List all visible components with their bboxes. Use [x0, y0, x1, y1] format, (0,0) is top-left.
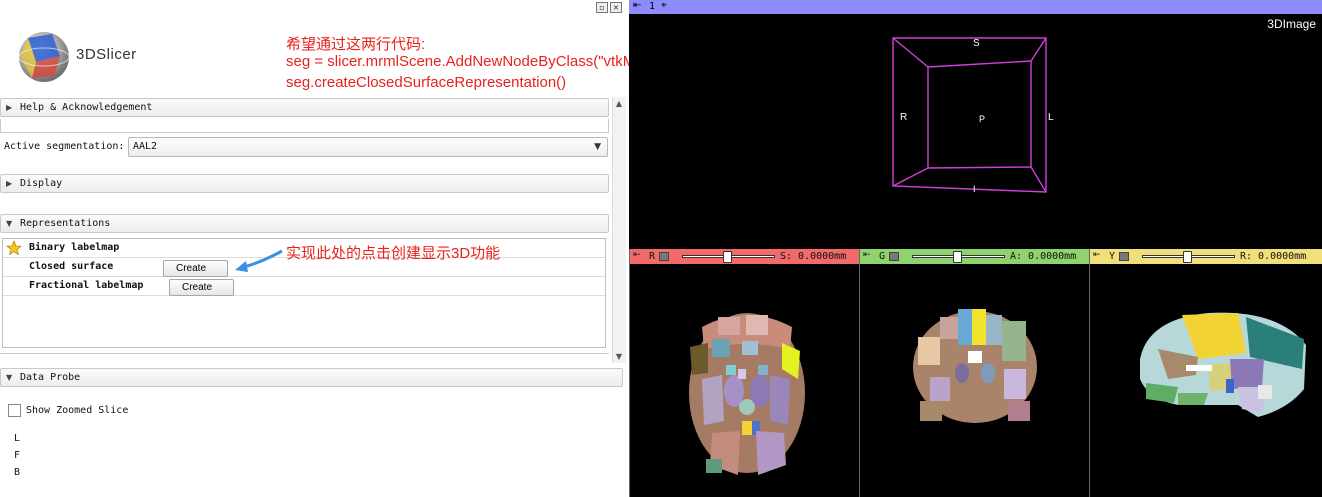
scroll-up-icon[interactable]: ▲	[612, 97, 626, 111]
section-label: Display	[20, 178, 63, 189]
undock-icon[interactable]: ▫	[596, 2, 608, 13]
representation-name: Binary labelmap	[29, 242, 120, 253]
panel-scrollbar[interactable]	[612, 97, 626, 363]
orientation-label-top: S	[973, 38, 980, 49]
chevron-down-icon: ▼	[594, 142, 601, 152]
view3d-label: 3DImage	[1267, 17, 1316, 31]
scroll-down-icon[interactable]: ▼	[612, 350, 626, 364]
active-segmentation-select[interactable]: AAL2 ▼	[128, 137, 608, 157]
orientation-label-right: L	[1048, 112, 1054, 123]
help-section-collapsed-edge	[0, 119, 609, 133]
slicer-logo	[18, 32, 70, 82]
module-panel: ▫ × 3DSlicer 希望通过这两行代码: seg = slicer.mrm…	[0, 0, 800, 497]
view3d-number: 1	[649, 1, 656, 12]
slice-view-yellow[interactable]: ⇤ Y R: 0.0000mm	[1089, 249, 1322, 497]
axial-segmentation-image	[689, 313, 805, 475]
section-label: Data Probe	[20, 372, 81, 383]
slice-options-icon[interactable]	[659, 252, 669, 261]
slice-letter: Y	[1109, 251, 1116, 262]
pin-icon[interactable]: ⇤	[1093, 250, 1101, 260]
slice-controller-green: ⇤ G A: 0.0000mm	[860, 249, 1089, 264]
slice-view-red[interactable]: ⇤ R S: 0.0000mm	[629, 249, 859, 497]
slice-offset-value: R: 0.0000mm	[1240, 251, 1307, 262]
representation-name: Closed surface	[29, 261, 114, 272]
display-section[interactable]: ▶ Display	[0, 174, 609, 193]
pin-icon[interactable]: ⇤	[633, 250, 641, 260]
close-icon[interactable]: ×	[610, 2, 622, 13]
representation-row-fractional-labelmap: Fractional labelmap Create	[3, 277, 605, 296]
collapse-arrow-icon: ▼	[6, 373, 13, 382]
logo-text: 3DSlicer	[76, 46, 137, 63]
slider-handle[interactable]	[1183, 251, 1192, 263]
view3d-bounding-box[interactable]	[891, 36, 1051, 196]
slice-offset-value: A: 0.0000mm	[1010, 251, 1077, 262]
slice-letter: R	[649, 251, 656, 262]
section-label: Help & Acknowledgement	[20, 102, 153, 113]
slice-options-icon[interactable]	[889, 252, 899, 261]
center-view-icon[interactable]: ⌖	[661, 0, 667, 11]
pin-icon[interactable]: ⇤	[863, 250, 871, 260]
annotation-arrow-note: 实现此处的点击创建显示3D功能	[286, 245, 501, 262]
representations-section[interactable]: ▼ Representations	[0, 214, 609, 233]
annotation-arrow-icon	[235, 249, 283, 272]
select-value: AAL2	[133, 141, 158, 152]
panel-window-buttons: ▫ ×	[596, 2, 622, 13]
view-layout: ⇤ 1 ⌖ 3DImage S R L P I ⇤ R S: 0.0000mm	[629, 0, 1322, 497]
create-closed-surface-button[interactable]: Create	[163, 260, 228, 277]
section-label: Representations	[20, 218, 111, 229]
orientation-label-bottom: I	[973, 184, 976, 194]
expand-arrow-icon: ▶	[6, 179, 13, 188]
pin-icon[interactable]: ⇤	[633, 0, 641, 11]
probe-line-l: L	[14, 433, 21, 444]
data-probe-section[interactable]: ▼ Data Probe	[0, 368, 623, 387]
expand-arrow-icon: ▶	[6, 103, 13, 112]
orientation-label-left: R	[900, 112, 908, 123]
help-acknowledgement-section[interactable]: ▶ Help & Acknowledgement	[0, 98, 609, 117]
annotation-title: 希望通过这两行代码:	[286, 36, 426, 53]
coronal-segmentation-image	[913, 309, 1037, 423]
create-fractional-labelmap-button[interactable]: Create	[169, 279, 234, 296]
slice-options-icon[interactable]	[1119, 252, 1129, 261]
sagittal-segmentation-image	[1140, 312, 1306, 417]
slice-view-green[interactable]: ⇤ G A: 0.0000mm	[859, 249, 1089, 497]
slider-handle[interactable]	[953, 251, 962, 263]
annotation-code-line-2: seg.createClosedSurfaceRepresentation()	[286, 74, 567, 91]
slice-controller-yellow: ⇤ Y R: 0.0000mm	[1090, 249, 1322, 264]
slice-letter: G	[879, 251, 886, 262]
probe-line-b: B	[14, 467, 21, 478]
slice-controller-red: ⇤ R S: 0.0000mm	[630, 249, 859, 264]
collapse-arrow-icon: ▼	[6, 219, 13, 228]
orientation-label-center: P	[979, 114, 986, 124]
star-icon[interactable]	[6, 240, 22, 256]
probe-line-f: F	[14, 450, 21, 461]
slider-handle[interactable]	[723, 251, 732, 263]
show-zoomed-slice-label: Show Zoomed Slice	[26, 405, 129, 416]
clipped-section-edge	[0, 353, 609, 365]
view3d-controller-bar: ⇤ 1 ⌖	[629, 0, 1322, 14]
show-zoomed-slice-checkbox[interactable]	[8, 404, 21, 417]
active-segmentation-label: Active segmentation:	[4, 141, 125, 152]
representation-name: Fractional labelmap	[29, 280, 144, 291]
slice-offset-value: S: 0.0000mm	[780, 251, 847, 262]
